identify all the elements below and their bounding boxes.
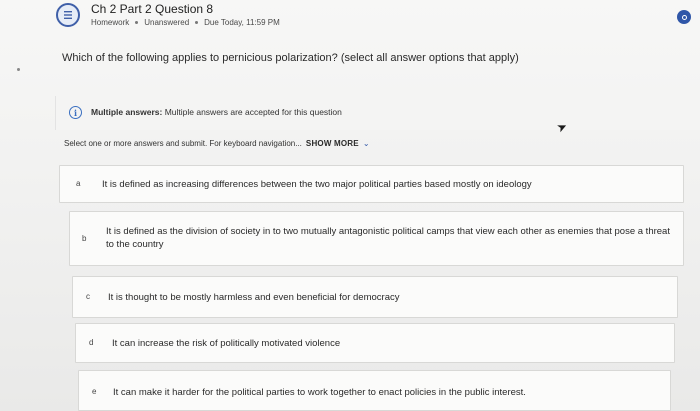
assignment-header: Ch 2 Part 2 Question 8 Homework Unanswer… [0, 0, 700, 40]
option-letter: d [89, 338, 94, 347]
show-more-button[interactable]: SHOW MORE [306, 139, 359, 148]
app-list-icon[interactable] [56, 3, 80, 27]
option-text: It is defined as the division of society… [106, 226, 670, 250]
option-letter: c [86, 292, 90, 301]
chevron-down-icon[interactable]: ⌄ [363, 139, 370, 148]
option-letter: a [76, 179, 81, 188]
meta-separator [195, 21, 199, 24]
option-text: It is defined as increasing differences … [102, 179, 532, 190]
meta-type: Homework [91, 18, 130, 27]
meta-due: Due Today, 11:59 PM [204, 18, 280, 27]
info-icon: i [69, 106, 82, 119]
answer-option-b[interactable]: b It is defined as the division of socie… [69, 211, 684, 266]
answer-instructions: Select one or more answers and submit. F… [64, 139, 370, 148]
multiple-answers-notice: i Multiple answers: Multiple answers are… [55, 96, 700, 130]
notice-label: Multiple answers: [91, 107, 163, 117]
assignment-meta: Homework Unanswered Due Today, 11:59 PM [91, 18, 280, 27]
question-prompt: Which of the following applies to pernic… [62, 52, 519, 64]
answer-option-c[interactable]: c It is thought to be mostly harmless an… [72, 276, 678, 318]
option-letter: e [92, 387, 97, 396]
option-letter: b [82, 234, 87, 243]
option-text: It can make it harder for the political … [113, 387, 526, 398]
status-ring [681, 14, 687, 20]
option-text: It can increase the risk of politically … [112, 338, 341, 349]
answer-option-d[interactable]: d It can increase the risk of politicall… [75, 323, 675, 363]
notice-text: Multiple answers: Multiple answers are a… [91, 107, 342, 117]
meta-separator [135, 21, 139, 24]
instructions-text: Select one or more answers and submit. F… [64, 139, 302, 148]
page-title: Ch 2 Part 2 Question 8 [91, 2, 214, 16]
margin-dot [17, 68, 20, 71]
option-text: It is thought to be mostly harmless and … [108, 292, 400, 303]
meta-status: Unanswered [144, 18, 190, 27]
list-glyph [64, 11, 72, 19]
status-circle-icon[interactable] [677, 10, 691, 24]
answer-option-e[interactable]: e It can make it harder for the politica… [78, 370, 671, 411]
notice-body: Multiple answers are accepted for this q… [164, 107, 342, 117]
answer-option-a[interactable]: a It is defined as increasing difference… [59, 165, 684, 203]
